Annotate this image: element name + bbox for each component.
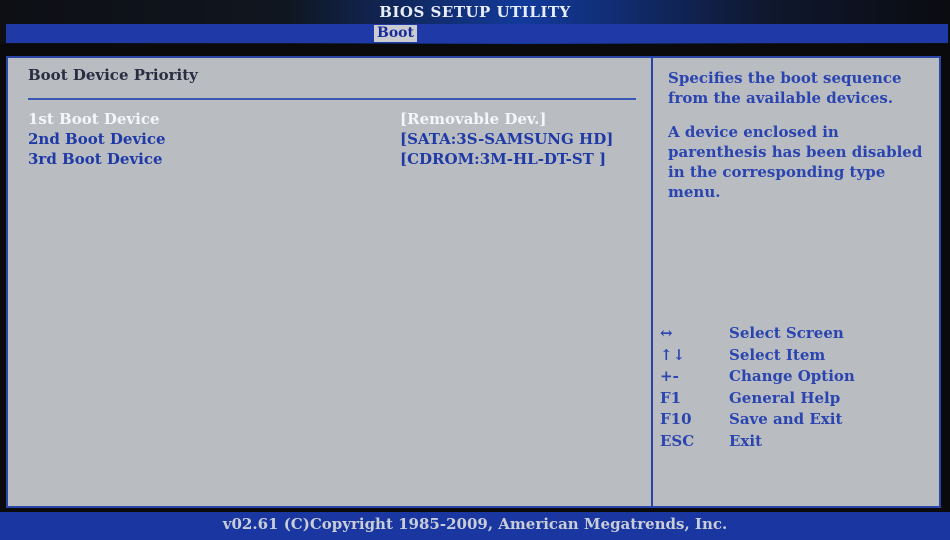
boot-device-label: 1st Boot Device xyxy=(28,110,160,128)
key-legend-row: ESC Exit xyxy=(660,432,940,454)
up-down-arrow-icon: ↑↓ xyxy=(660,345,686,364)
left-right-arrow-icon: ↔ xyxy=(660,324,673,342)
key-action: Select Item xyxy=(729,345,826,364)
section-title: Boot Device Priority xyxy=(28,66,198,84)
boot-device-label: 3rd Boot Device xyxy=(28,150,163,168)
header-bar: BIOS SETUP UTILITY Boot xyxy=(0,0,950,44)
help-text: Specifies the boot sequence from the ava… xyxy=(668,69,902,107)
section-divider xyxy=(28,98,636,100)
key-legend-row: ↑↓ Select Item xyxy=(660,346,940,368)
key-name: ESC xyxy=(660,431,695,450)
tab-bar: Boot xyxy=(6,24,948,43)
boot-device-value[interactable]: [Removable Dev.] xyxy=(400,110,546,128)
help-text: A device enclosed in parenthesis has bee… xyxy=(668,123,923,201)
boot-device-row-2[interactable]: 2nd Boot Device [SATA:3S-SAMSUNG HD] xyxy=(28,130,638,150)
key-name: F1 xyxy=(660,388,682,407)
key-legend: ↔ Select Screen ↑↓ Select Item +- Change… xyxy=(660,324,940,453)
key-legend-row: ↔ Select Screen xyxy=(660,324,940,346)
key-legend-row: F10 Save and Exit xyxy=(660,410,940,432)
help-panel: Specifies the boot sequence from the ava… xyxy=(668,68,938,216)
boot-device-row-3[interactable]: 3rd Boot Device [CDROM:3M-HL-DT-ST ] xyxy=(28,150,638,170)
key-name: F10 xyxy=(660,410,692,428)
key-action: General Help xyxy=(729,388,841,407)
key-legend-row: F1 General Help xyxy=(660,389,940,411)
boot-device-value[interactable]: [SATA:3S-SAMSUNG HD] xyxy=(400,130,613,148)
boot-device-row-1[interactable]: 1st Boot Device [Removable Dev.] xyxy=(28,110,638,130)
footer-copyright: v02.61 (C)Copyright 1985-2009, American … xyxy=(0,512,950,540)
key-action: Change Option xyxy=(729,367,855,385)
key-action: Exit xyxy=(729,431,763,450)
main-panel: Boot Device Priority 1st Boot Device [Re… xyxy=(6,56,941,508)
plus-minus-icon: +- xyxy=(660,367,679,385)
app-title: BIOS SETUP UTILITY xyxy=(379,3,571,21)
key-action: Save and Exit xyxy=(729,410,843,428)
key-action: Select Screen xyxy=(729,324,844,342)
tab-boot[interactable]: Boot xyxy=(374,25,417,42)
boot-device-value[interactable]: [CDROM:3M-HL-DT-ST ] xyxy=(400,150,606,168)
panel-divider xyxy=(651,58,653,506)
boot-device-label: 2nd Boot Device xyxy=(28,130,166,148)
key-legend-row: +- Change Option xyxy=(660,367,940,389)
